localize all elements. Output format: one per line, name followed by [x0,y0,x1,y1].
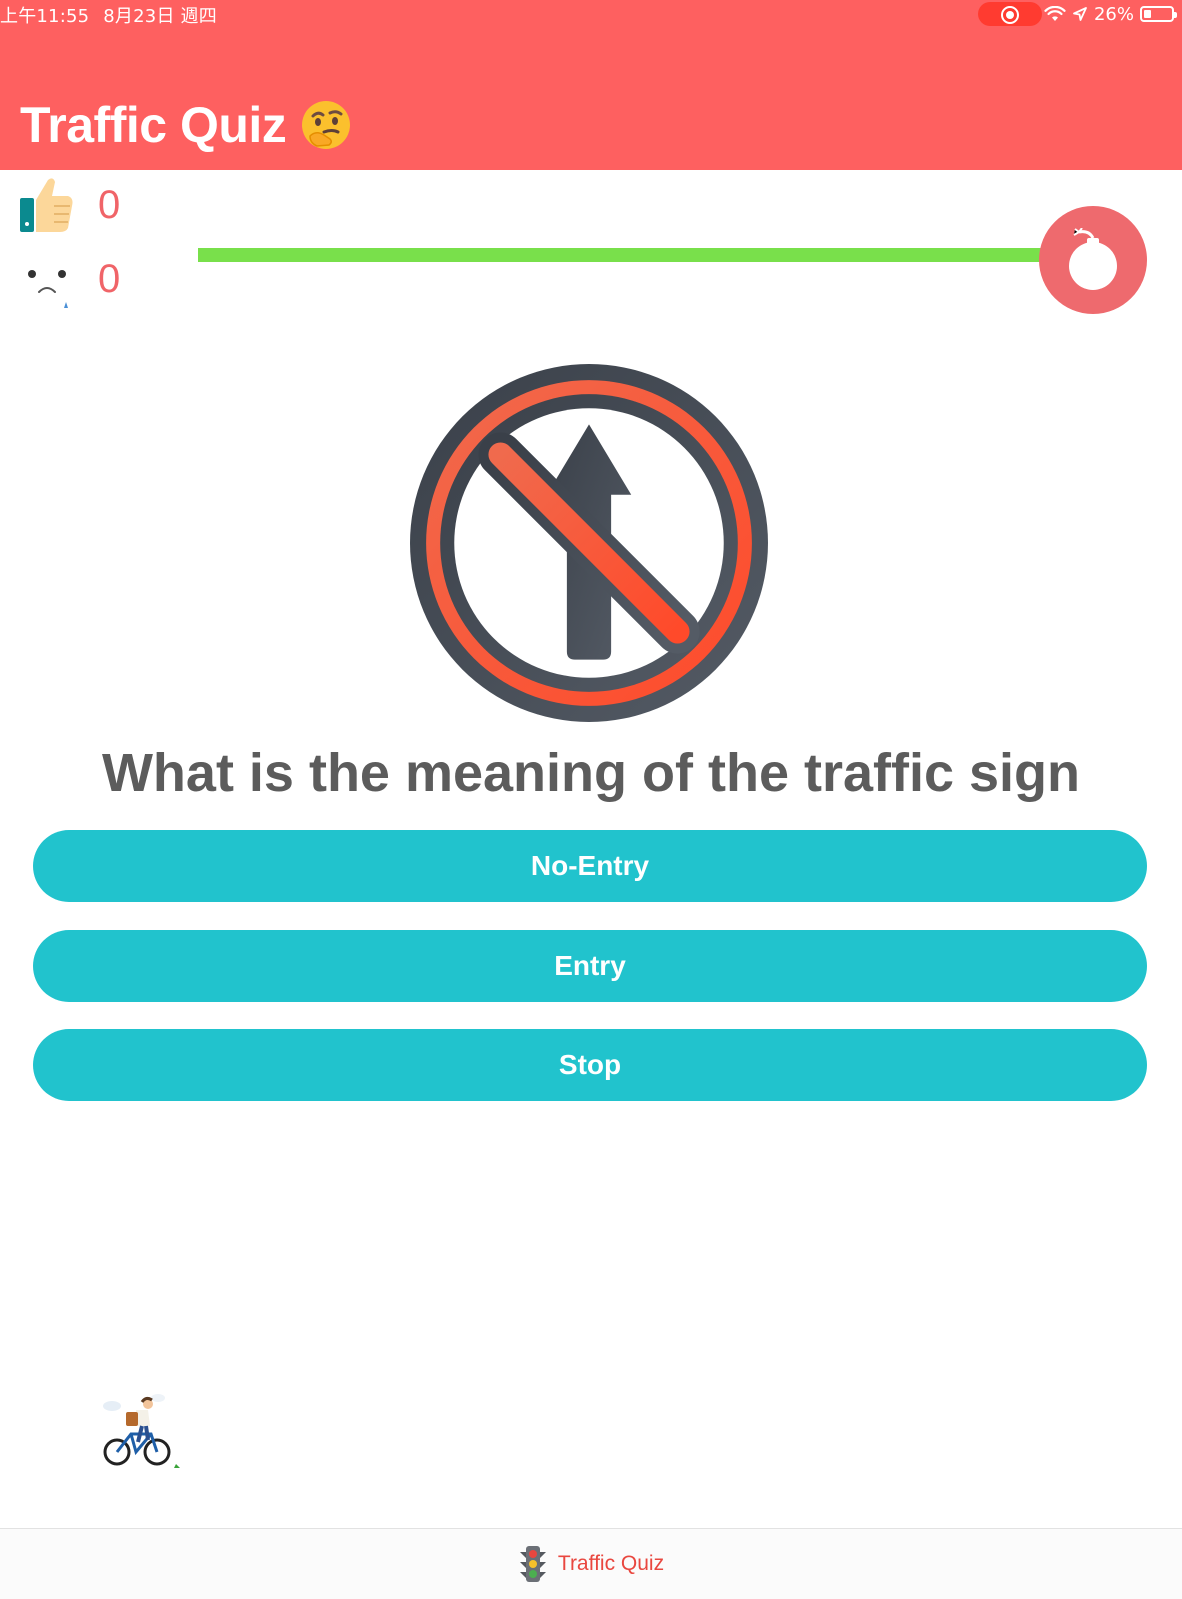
battery-level [1144,10,1151,18]
location-icon [1073,7,1087,21]
timer-progress-fill [198,248,1042,262]
title-area: Traffic Quiz [20,96,352,154]
page-title: Traffic Quiz [20,97,287,153]
status-bar-right: 26% [1044,2,1177,26]
screen-recording-indicator [978,2,1042,26]
record-icon [1001,6,1019,24]
tab-label: Traffic Quiz [557,1552,665,1575]
tab-bar: Traffic Quiz [0,1528,1182,1599]
status-bar-left: 上午11:55 8月23日 週四 [0,2,231,28]
wrong-score: 0 [18,248,120,310]
timer-progress-bar [198,248,1042,262]
thinking-face-icon [302,101,351,149]
battery-percent: 26% [1093,3,1134,25]
status-time: 上午11:55 [0,6,90,27]
traffic-light-icon [519,1546,546,1582]
thumbs-up-icon [20,178,73,232]
no-straight-ahead-sign-icon [410,364,768,722]
answer-button-entry[interactable]: Entry [33,930,1147,1002]
answer-button-stop[interactable]: Stop [33,1029,1147,1101]
status-date: 8月23日 週四 [103,6,217,27]
header: 上午11:55 8月23日 週四 26% Traffic Quiz [0,0,1182,170]
wrong-count: 0 [98,256,121,301]
answer-button-no-entry[interactable]: No-Entry [33,830,1147,902]
correct-score: 0 [18,176,120,234]
correct-count: 0 [98,182,121,227]
cyclist-icon [103,1394,180,1468]
bomb-icon [1069,228,1117,290]
bomb-button[interactable] [1039,206,1147,314]
sad-face-icon [28,270,68,308]
question-text: What is the meaning of the traffic sign [101,743,1081,803]
tab-traffic-quiz[interactable]: Traffic Quiz [518,1544,664,1584]
wifi-icon [1044,6,1066,21]
battery-icon [1140,6,1177,22]
